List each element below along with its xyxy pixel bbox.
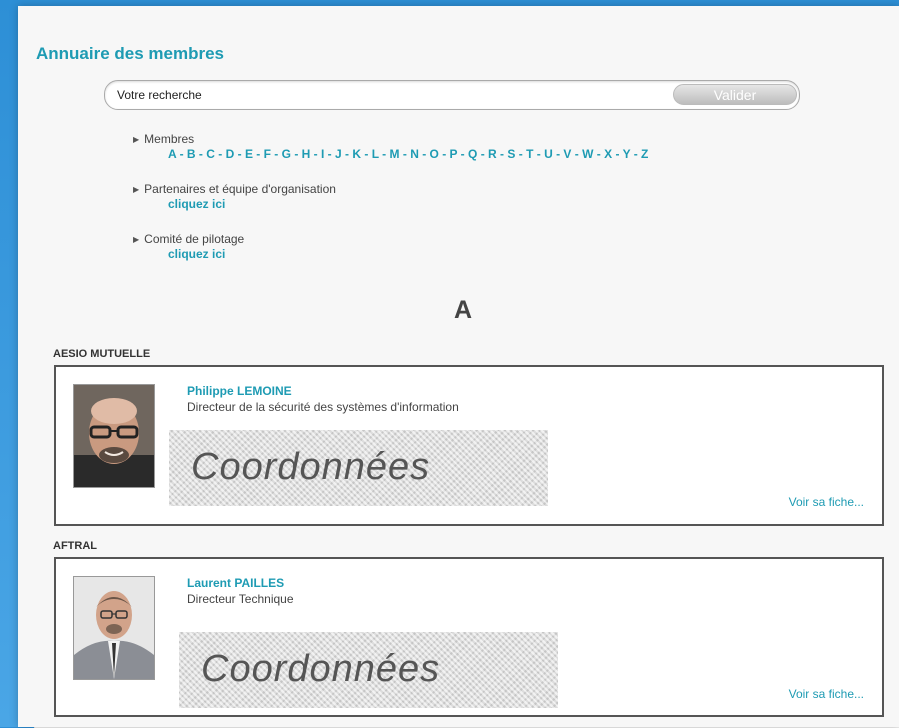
- letter-link-k[interactable]: K: [352, 147, 361, 161]
- letter-link-f[interactable]: F: [264, 147, 271, 161]
- member-card: Laurent PAILLES Directeur Technique Coor…: [54, 557, 884, 717]
- letter-link-c[interactable]: C: [206, 147, 215, 161]
- letter-separator: -: [341, 147, 353, 161]
- letter-separator: -: [270, 147, 282, 161]
- letter-link-o[interactable]: O: [430, 147, 439, 161]
- letter-link-u[interactable]: U: [544, 147, 553, 161]
- letter-link-d[interactable]: D: [226, 147, 235, 161]
- steering-committee-link[interactable]: cliquez ici: [168, 247, 244, 261]
- letter-separator: -: [533, 147, 545, 161]
- letter-separator: -: [515, 147, 527, 161]
- member-role: Directeur de la sécurité des systèmes d'…: [187, 400, 459, 414]
- member-photo: [73, 384, 155, 488]
- triangle-right-icon: ▶: [133, 185, 140, 194]
- letter-link-m[interactable]: M: [390, 147, 400, 161]
- coordinates-label: Coordonnées: [201, 648, 441, 690]
- letter-separator: -: [290, 147, 302, 161]
- letter-link-b[interactable]: B: [187, 147, 196, 161]
- letter-separator: -: [630, 147, 642, 161]
- letter-separator: -: [324, 147, 336, 161]
- member-name[interactable]: Laurent PAILLES: [187, 576, 284, 590]
- letter-separator: -: [214, 147, 226, 161]
- search-bar: Valider: [104, 80, 800, 110]
- directory-page: Annuaire des membres Valider ▶ Membres A …: [18, 6, 899, 728]
- category-partners: ▶ Partenaires et équipe d'organisation cl…: [133, 182, 336, 211]
- letter-separator: -: [234, 147, 245, 161]
- view-profile-link[interactable]: Voir sa fiche...: [789, 687, 864, 701]
- search-input[interactable]: [117, 86, 657, 104]
- letter-link-j[interactable]: J: [335, 147, 342, 161]
- letter-separator: -: [612, 147, 623, 161]
- triangle-right-icon: ▶: [133, 135, 140, 144]
- letter-link-a[interactable]: A: [168, 147, 176, 161]
- letter-separator: -: [496, 147, 508, 161]
- letter-separator: -: [552, 147, 564, 161]
- letter-separator: -: [252, 147, 264, 161]
- letter-separator: -: [361, 147, 372, 161]
- letter-separator: -: [457, 147, 469, 161]
- letter-separator: -: [571, 147, 583, 161]
- letter-separator: -: [378, 147, 390, 161]
- category-members: ▶ Membres A - B - C - D - E - F - G - H -…: [133, 132, 648, 161]
- alphabet-index: A - B - C - D - E - F - G - H - I - J - …: [168, 147, 648, 161]
- letter-separator: -: [399, 147, 411, 161]
- letter-separator: -: [195, 147, 207, 161]
- page-title: Annuaire des membres: [36, 44, 225, 63]
- coordinates-label: Coordonnées: [191, 446, 431, 488]
- letter-separator: -: [310, 147, 321, 161]
- letter-link-q[interactable]: Q: [468, 147, 477, 161]
- org-name: AFTRAL: [53, 540, 97, 552]
- letter-separator: -: [477, 147, 489, 161]
- partners-link[interactable]: cliquez ici: [168, 197, 336, 211]
- category-label: Membres: [144, 132, 195, 146]
- coordinates-box: Coordonnées: [179, 632, 558, 708]
- letter-link-z[interactable]: Z: [641, 147, 648, 161]
- letter-link-w[interactable]: W: [582, 147, 593, 161]
- triangle-right-icon: ▶: [133, 235, 140, 244]
- letter-link-e[interactable]: E: [245, 147, 253, 161]
- org-name: AESIO MUTUELLE: [53, 348, 151, 360]
- letter-separator: -: [418, 147, 430, 161]
- letter-link-r[interactable]: R: [488, 147, 497, 161]
- letter-separator: -: [176, 147, 187, 161]
- category-label: Partenaires et équipe d'organisation: [144, 182, 336, 196]
- letter-link-n[interactable]: N: [410, 147, 419, 161]
- member-role: Directeur Technique: [187, 592, 294, 606]
- member-photo: [73, 576, 155, 680]
- letter-link-g[interactable]: G: [282, 147, 291, 161]
- validate-button[interactable]: Valider: [673, 84, 797, 105]
- member-name[interactable]: Philippe LEMOINE: [187, 384, 292, 398]
- coordinates-box: Coordonnées: [169, 430, 548, 506]
- letter-link-l[interactable]: L: [372, 147, 379, 161]
- category-label: Comité de pilotage: [144, 232, 245, 246]
- letter-link-x[interactable]: X: [604, 147, 612, 161]
- member-card: Philippe LEMOINE Directeur de la sécurit…: [54, 365, 884, 526]
- letter-separator: -: [593, 147, 605, 161]
- letter-separator: -: [438, 147, 450, 161]
- view-profile-link[interactable]: Voir sa fiche...: [789, 495, 864, 509]
- section-letter: A: [454, 296, 473, 324]
- category-steering-committee: ▶ Comité de pilotage cliquez ici: [133, 232, 244, 261]
